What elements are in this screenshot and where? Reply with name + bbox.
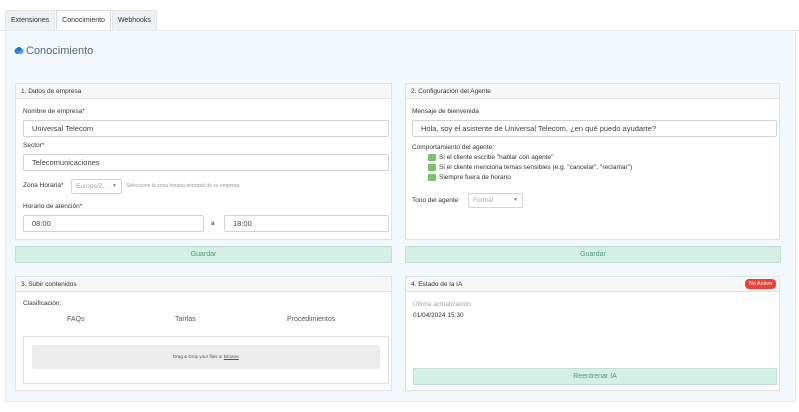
ai-status-card: 4. Estado de la IA No Activo Última actu… [405,276,780,391]
agent-save-button[interactable]: Guardar [405,246,781,263]
tab-webhooks[interactable]: Webhooks [111,10,157,30]
behavior-option-label: Si el cliente menciona temas sensibles (… [439,164,633,171]
welcome-message-label: Mensaje de bienvenida [412,108,479,115]
company-save-button[interactable]: Guardar [15,246,392,263]
dropzone-text: Drag & Drop your files or [173,354,223,359]
classification-label: Clasificación: [23,300,62,307]
checkbox-checked-icon[interactable] [428,154,436,161]
file-dropzone[interactable]: Drag & Drop your files or Browse [32,345,380,369]
welcome-message-input[interactable]: Hola, soy el asistente de Universal Tele… [412,120,777,137]
sector-label: Sector* [23,142,45,149]
ai-status-title: 4. Estado de la IA [411,281,463,288]
behavior-option[interactable]: Si el cliente escribe "hablar con agente… [428,154,553,161]
company-card-header: 1. Datos de empresa [16,84,391,99]
behavior-option-label: Siempre fuera de horario [439,174,511,181]
behavior-option[interactable]: Si el cliente menciona temas sensibles (… [428,164,632,171]
page-header: Conocimiento [14,45,93,57]
upload-card: 3. Subir contenidos Clasificación: FAQs … [15,276,392,391]
agent-tone-select[interactable]: Formal ▼ [468,193,523,208]
timezone-label: Zona Horaria* [23,182,64,189]
hours-end-input[interactable]: 18:00 [224,215,389,232]
agent-card-header: 2. Configuración del Agente [406,84,779,99]
agent-behavior-label: Comportamiento del agente: [412,144,495,151]
business-hours-label: Horario de atención* [23,203,83,210]
behavior-option-label: Si el cliente escribe "hablar con agente… [439,154,554,161]
browse-link[interactable]: Browse [224,354,239,359]
ai-status-card-header: 4. Estado de la IA No Activo [406,277,779,292]
agent-tone-value: Formal [473,197,494,204]
upload-card-header: 3. Subir contenidos [16,277,391,292]
company-card: 1. Datos de empresa Nombre de empresa* U… [15,83,392,240]
tab-bar: Extensiones Conocimiento Webhooks [5,10,157,30]
tab-extensiones[interactable]: Extensiones [5,10,56,30]
company-name-label: Nombre de empresa* [23,108,85,115]
category-tarifas[interactable]: Tarifas [175,316,196,323]
last-update-label: Última actualización: [413,301,473,308]
checkbox-checked-icon[interactable] [428,174,436,181]
tab-conocimiento[interactable]: Conocimiento [56,10,111,30]
agent-tone-label: Tono del agente [412,197,459,204]
brain-icon [14,47,24,54]
behavior-option[interactable]: Siempre fuera de horario [428,174,511,181]
upload-area: Drag & Drop your files or Browse [23,336,389,384]
hours-start-input[interactable]: 08:00 [23,215,204,232]
chevron-down-icon: ▼ [112,183,117,189]
last-update-value: 01/04/2024 15:30 [413,312,464,319]
category-procedimientos[interactable]: Procedimientos [287,316,335,323]
checkbox-checked-icon[interactable] [428,164,436,171]
timezone-select-value: Europe/Z... [76,183,109,190]
agent-card: 2. Configuración del Agente Mensaje de b… [405,83,780,240]
app-root: Extensiones Conocimiento Webhooks Conoci… [0,0,799,412]
chevron-down-icon: ▼ [513,197,518,203]
timezone-select[interactable]: Europe/Z... ▼ [71,179,122,194]
company-name-input[interactable]: Universal Telecom [23,120,389,137]
knowledge-page: Conocimiento 1. Datos de empresa Nombre … [5,30,796,402]
page-title: Conocimiento [26,45,94,57]
hours-separator: a [211,220,215,227]
retrain-button[interactable]: Reentrenar IA [413,368,777,385]
category-faqs[interactable]: FAQs [67,316,85,323]
sector-input[interactable]: Telecomunicaciones [23,154,389,171]
status-badge: No Activo [744,279,776,289]
timezone-hint: Seleccione la zona horaria principal de … [126,183,240,189]
